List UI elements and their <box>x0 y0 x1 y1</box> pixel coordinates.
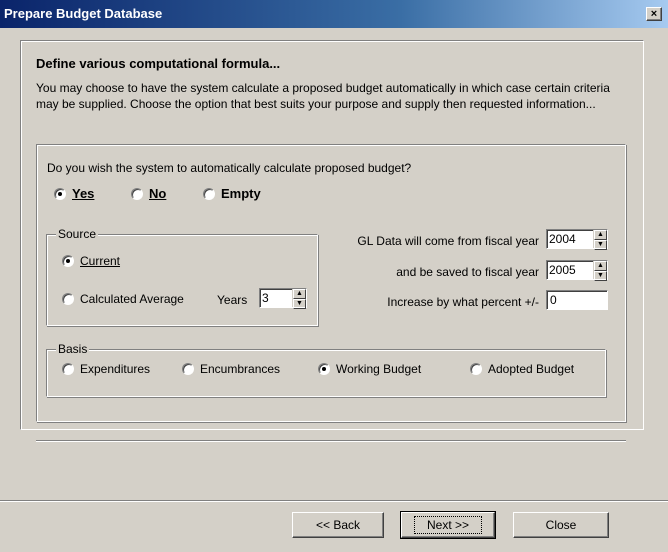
radio-yes-label: Yes <box>72 186 95 201</box>
years-value[interactable]: 3 <box>260 289 292 307</box>
radio-current-indicator[interactable] <box>62 255 74 267</box>
radio-current-label: Current <box>80 254 121 268</box>
gl-to-year-value[interactable]: 2005 <box>547 261 593 279</box>
radio-empty-indicator[interactable] <box>203 187 215 200</box>
radio-calc-avg-label: Calculated Average <box>80 292 184 306</box>
spin-down-icon[interactable]: ▼ <box>594 240 607 250</box>
years-label: Years <box>217 293 248 307</box>
window-title: Prepare Budget Database <box>4 6 163 21</box>
radio-adopted-label: Adopted Budget <box>488 362 575 376</box>
source-group-title: Source <box>56 227 99 241</box>
years-stepper[interactable]: 3 ▲ ▼ <box>259 288 307 309</box>
spin-up-icon[interactable]: ▲ <box>293 289 306 299</box>
radio-working-indicator[interactable] <box>318 363 330 375</box>
title-bar: Prepare Budget Database × <box>0 0 668 28</box>
radio-calc-avg-indicator[interactable] <box>62 293 74 305</box>
radio-yes[interactable]: Yes <box>54 186 94 201</box>
back-button[interactable]: << Back <box>292 512 384 538</box>
radio-empty-label: Empty <box>221 186 261 201</box>
footer-divider <box>0 500 668 502</box>
source-group <box>46 234 318 326</box>
radio-current[interactable]: Current <box>62 254 120 268</box>
radio-expenditures-label: Expenditures <box>80 362 151 376</box>
spin-up-icon[interactable]: ▲ <box>594 230 607 240</box>
radio-adopted-budget[interactable]: Adopted Budget <box>470 362 574 376</box>
gl-to-label: and be saved to fiscal year <box>396 265 539 279</box>
radio-expenditures[interactable]: Expenditures <box>62 362 150 376</box>
spin-up-icon[interactable]: ▲ <box>594 261 607 271</box>
basis-group-title: Basis <box>56 342 90 356</box>
next-button[interactable]: Next >> <box>400 511 496 539</box>
gl-to-year-stepper[interactable]: 2005 ▲ ▼ <box>546 260 608 281</box>
spin-down-icon[interactable]: ▼ <box>594 271 607 281</box>
radio-expenditures-indicator[interactable] <box>62 363 74 375</box>
percent-label: Increase by what percent +/- <box>387 295 539 309</box>
gl-from-year-value[interactable]: 2004 <box>547 230 593 248</box>
percent-input[interactable]: 0 <box>546 290 608 310</box>
gl-from-label: GL Data will come from fiscal year <box>357 234 539 248</box>
radio-encumbrances-label: Encumbrances <box>200 362 281 376</box>
radio-calculated-average[interactable]: Calculated Average <box>62 292 184 306</box>
radio-yes-indicator[interactable] <box>54 187 66 200</box>
page-heading: Define various computational formula... <box>36 56 281 71</box>
radio-encumbrances-indicator[interactable] <box>182 363 194 375</box>
close-icon[interactable]: × <box>646 7 662 21</box>
radio-empty[interactable]: Empty <box>203 186 261 201</box>
radio-working-budget[interactable]: Working Budget <box>318 362 421 376</box>
radio-working-label: Working Budget <box>336 362 422 376</box>
close-button[interactable]: Close <box>513 512 609 538</box>
radio-no-indicator[interactable] <box>131 187 143 200</box>
gl-from-year-stepper[interactable]: 2004 ▲ ▼ <box>546 229 608 250</box>
calc-question: Do you wish the system to automatically … <box>47 161 412 175</box>
next-button-label: Next >> <box>413 516 483 534</box>
radio-encumbrances[interactable]: Encumbrances <box>182 362 280 376</box>
radio-no-label: No <box>149 186 167 201</box>
radio-no[interactable]: No <box>131 186 166 201</box>
divider <box>36 440 626 442</box>
page-description: You may choose to have the system calcul… <box>36 81 610 111</box>
spin-down-icon[interactable]: ▼ <box>293 299 306 309</box>
radio-adopted-indicator[interactable] <box>470 363 482 375</box>
